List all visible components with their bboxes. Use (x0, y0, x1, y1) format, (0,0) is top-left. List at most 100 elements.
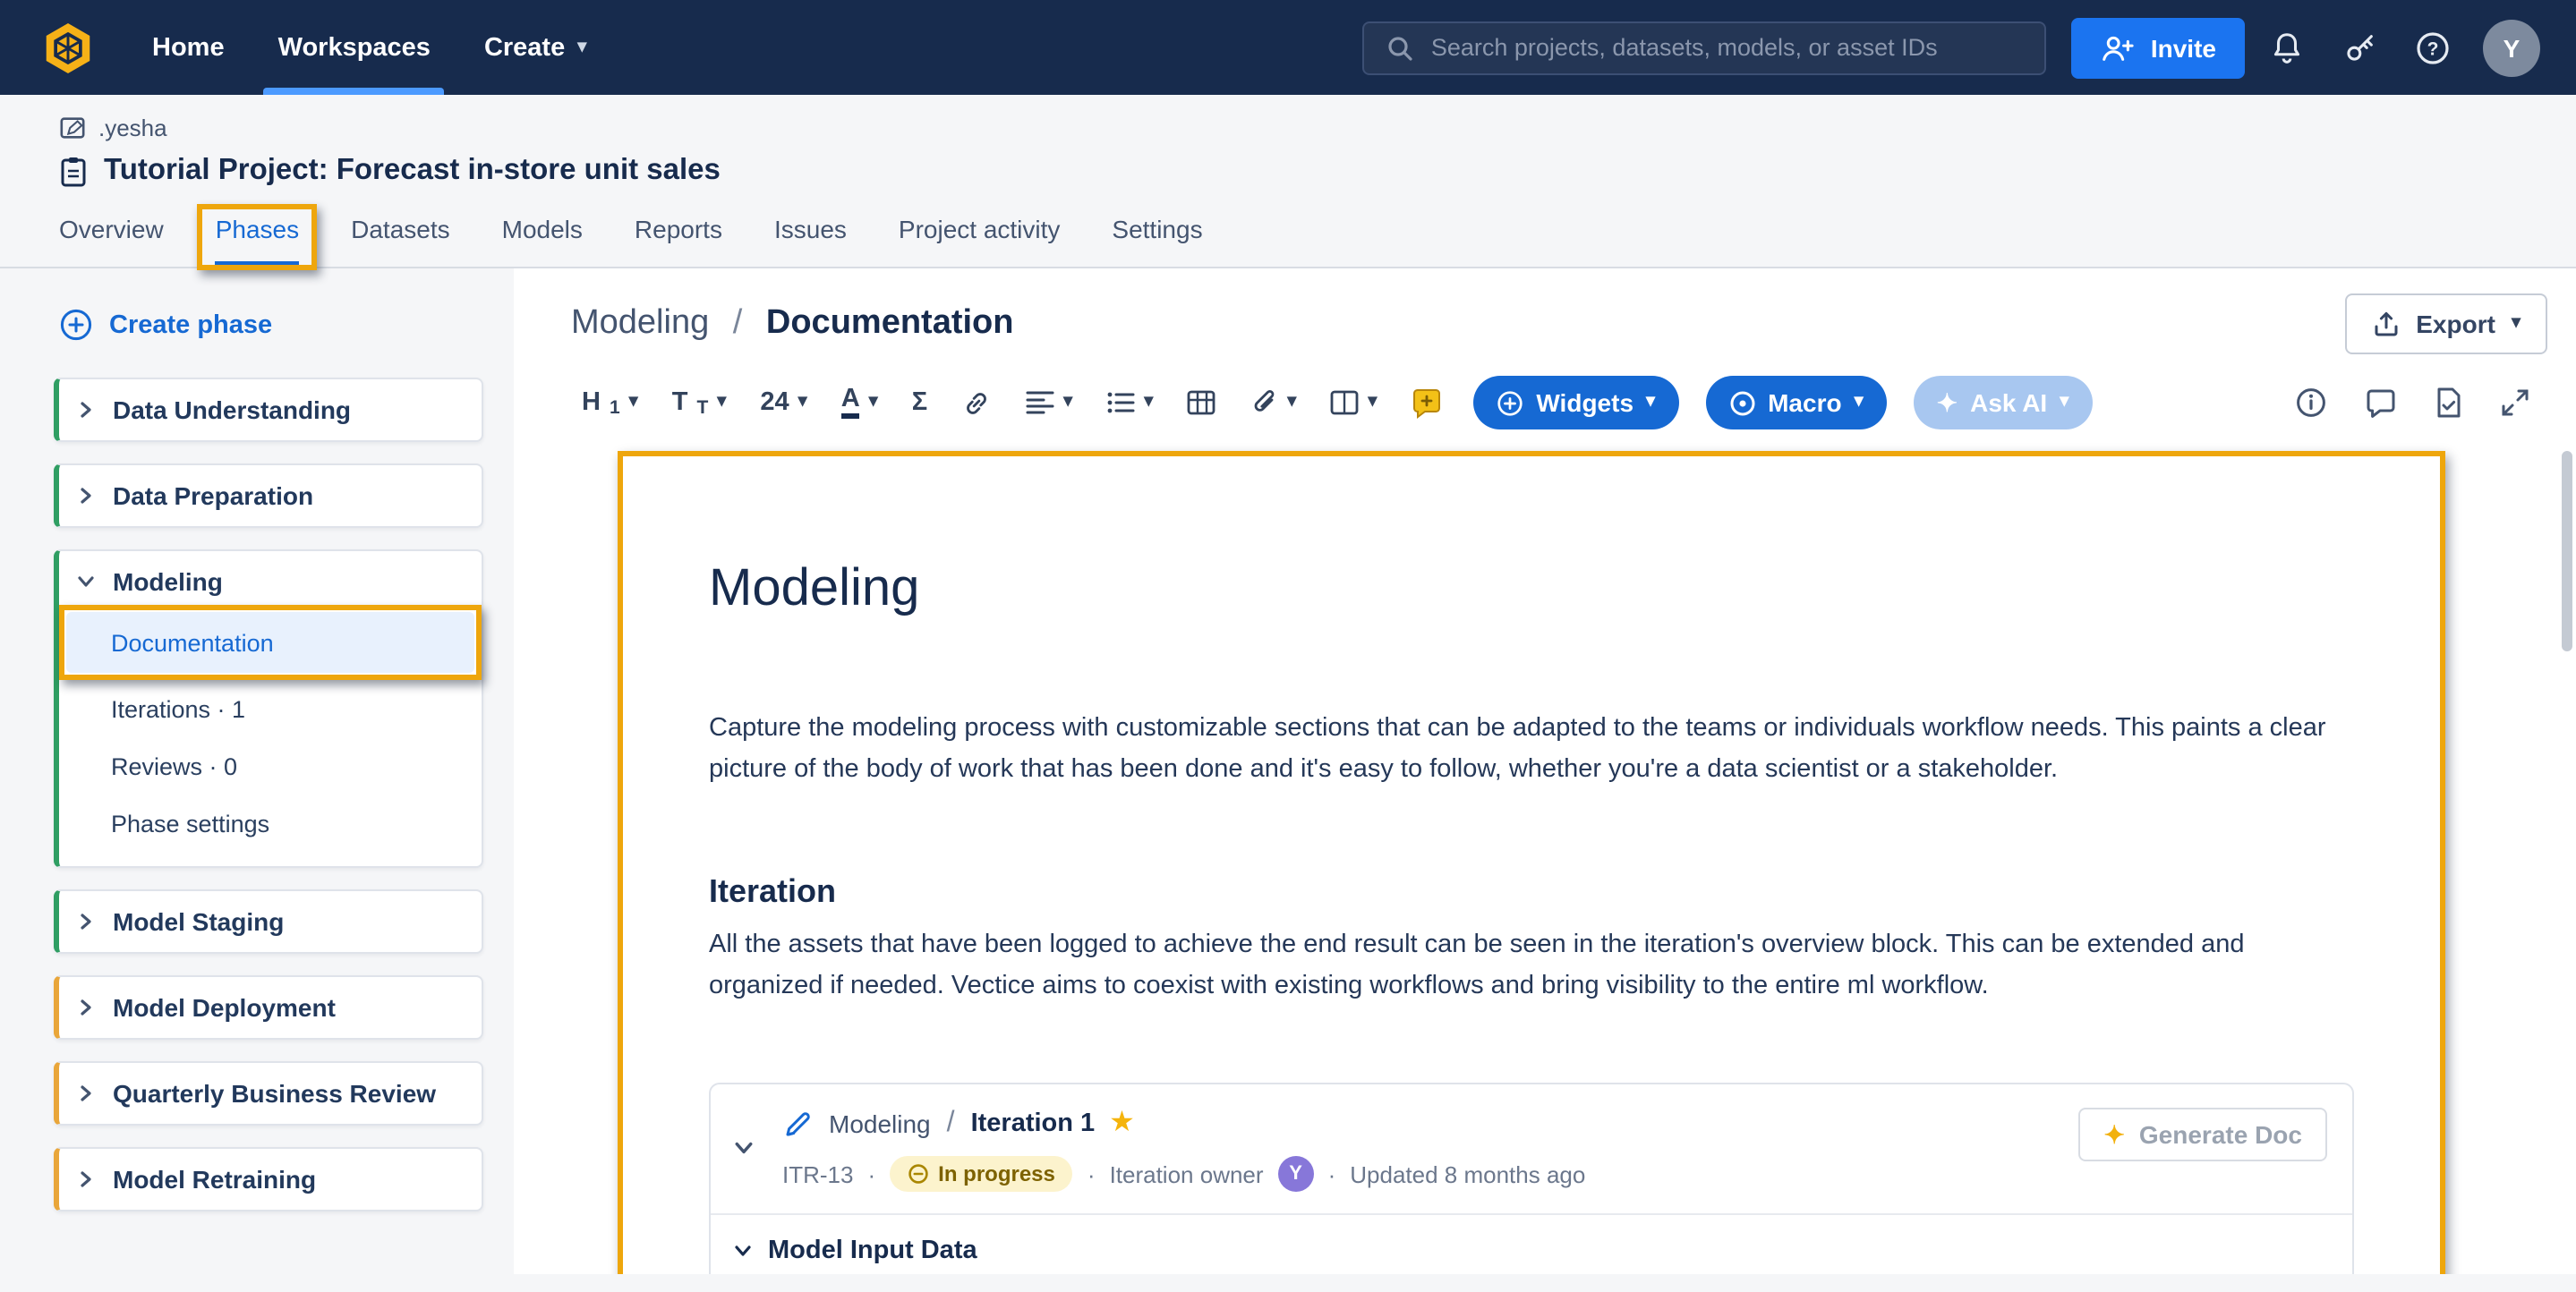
breadcrumb-parent[interactable]: Modeling (571, 304, 709, 342)
phase-toggle-model-deployment[interactable]: Model Deployment (59, 977, 482, 1038)
iteration-collapse-toggle[interactable] (734, 1138, 754, 1158)
fullscreen-button[interactable] (2494, 381, 2537, 424)
phase-toggle-model-staging[interactable]: Model Staging (59, 891, 482, 952)
chevron-down-icon (77, 573, 95, 591)
attachment-dropdown[interactable]: ▾ (1235, 378, 1310, 428)
align-left-icon (1026, 390, 1054, 415)
nav-workspaces[interactable]: Workspaces (252, 0, 457, 95)
phase-toggle-data-preparation[interactable]: Data Preparation (59, 465, 482, 526)
font-family-dropdown[interactable]: TT ▾ (658, 379, 741, 426)
iteration-owner-label: Iteration owner (1110, 1160, 1264, 1187)
api-key-button[interactable] (2327, 15, 2392, 80)
create-phase-button[interactable]: Create phase (59, 308, 514, 342)
macro-button[interactable]: Macro ▾ (1705, 376, 1887, 429)
iteration-separator: / (947, 1108, 955, 1140)
text-color-icon: A (841, 387, 860, 419)
link-button[interactable] (947, 378, 1006, 427)
add-comment-button[interactable] (1396, 378, 1457, 427)
comments-button[interactable] (2358, 380, 2404, 425)
phase-label: Data Understanding (113, 395, 351, 424)
chevron-down-icon: ▾ (1287, 394, 1296, 412)
document-scrollbar[interactable] (2562, 451, 2572, 651)
font-size-dropdown[interactable]: 24 ▾ (746, 379, 821, 426)
doc-intro-paragraph: Capture the modeling process with custom… (709, 709, 2354, 791)
formula-button[interactable]: Σ (898, 379, 942, 426)
project-title-row: Tutorial Project: Forecast in-store unit… (59, 154, 2576, 188)
export-button[interactable]: Export ▾ (2344, 293, 2547, 354)
generate-doc-button[interactable]: ✦ Generate Doc (2078, 1108, 2327, 1161)
widgets-label: Widgets (1536, 388, 1633, 417)
global-search[interactable] (1363, 21, 2047, 74)
project-icon (59, 155, 88, 187)
search-input[interactable] (1431, 34, 2024, 61)
phase-link-reviews[interactable]: Reviews · 0 (59, 737, 482, 795)
tab-project-activity[interactable]: Project activity (899, 215, 1061, 267)
tab-datasets[interactable]: Datasets (351, 215, 450, 267)
table-button[interactable] (1173, 379, 1230, 426)
iteration-name[interactable]: Iteration 1 (971, 1109, 1096, 1138)
chevron-down-icon: ▾ (1368, 394, 1377, 412)
chevron-down-icon: ▾ (1144, 394, 1153, 412)
chevron-down-icon: ▾ (629, 394, 638, 412)
phase-toggle-model-retraining[interactable]: Model Retraining (59, 1149, 482, 1210)
vectice-logo-icon[interactable] (39, 19, 97, 76)
info-icon (2295, 387, 2327, 419)
heading-style-dropdown[interactable]: H1 ▾ (567, 379, 653, 426)
phase-label: Modeling (113, 567, 223, 596)
workspace-name: .yesha (98, 115, 167, 141)
phase-link-documentation[interactable]: Documentation (66, 612, 474, 673)
chevron-right-icon (77, 1084, 95, 1102)
doc-iteration-paragraph: All the assets that have been logged to … (709, 925, 2354, 1007)
workspace-row[interactable]: .yesha (59, 115, 2576, 141)
phase-link-phase-settings[interactable]: Phase settings (59, 795, 482, 852)
toolbar-right-icons (2288, 379, 2547, 426)
starred-icon[interactable]: ★ (1109, 1109, 1135, 1138)
nav-home[interactable]: Home (125, 0, 252, 95)
chevron-right-icon (77, 999, 95, 1016)
model-input-data-label: Model Input Data (768, 1237, 977, 1265)
tab-settings[interactable]: Settings (1112, 215, 1202, 267)
plus-circle-icon (1497, 389, 1523, 416)
list-dropdown[interactable]: ▾ (1092, 381, 1167, 424)
breadcrumb-separator: / (733, 304, 743, 342)
document-editor[interactable]: Modeling Capture the modeling process wi… (623, 456, 2440, 1274)
dot-separator: · (1328, 1160, 1336, 1187)
info-button[interactable] (2288, 379, 2334, 426)
phase-card-model-retraining: Model Retraining (54, 1147, 483, 1211)
doc-review-button[interactable] (2427, 379, 2470, 426)
phase-link-iterations[interactable]: Iterations · 1 (59, 680, 482, 737)
sparkle-icon: ✦ (2103, 1122, 2124, 1147)
chevron-down-icon: ▾ (1646, 394, 1655, 412)
iteration-phase-link[interactable]: Modeling (829, 1109, 931, 1138)
help-button[interactable]: ? (2401, 15, 2465, 80)
chevron-down-icon: ▾ (2512, 315, 2521, 333)
tab-models[interactable]: Models (502, 215, 583, 267)
model-input-data-toggle[interactable]: Model Input Data (734, 1215, 2327, 1274)
ask-ai-button[interactable]: ✦ Ask AI ▾ (1914, 376, 2093, 429)
plus-circle-icon (59, 308, 93, 342)
phase-toggle-quarterly-business-review[interactable]: Quarterly Business Review (59, 1063, 482, 1124)
invite-button[interactable]: Invite (2072, 17, 2245, 78)
tab-phases[interactable]: Phases (216, 215, 299, 267)
widgets-button[interactable]: Widgets ▾ (1473, 376, 1678, 429)
layout-columns-dropdown[interactable]: ▾ (1316, 379, 1391, 426)
notifications-button[interactable] (2254, 15, 2318, 80)
tab-issues[interactable]: Issues (774, 215, 847, 267)
heading-style-sub: 1 (610, 397, 620, 419)
key-icon (2342, 30, 2376, 64)
invite-label: Invite (2151, 33, 2216, 62)
phase-card-data-understanding: Data Understanding (54, 378, 483, 442)
chevron-right-icon (77, 487, 95, 505)
breadcrumb: Modeling / Documentation (571, 304, 1013, 344)
search-icon (1386, 33, 1415, 62)
phase-toggle-data-understanding[interactable]: Data Understanding (59, 379, 482, 440)
tab-reports[interactable]: Reports (635, 215, 722, 267)
tab-overview[interactable]: Overview (59, 215, 164, 267)
user-avatar[interactable]: Y (2483, 19, 2540, 76)
nav-create[interactable]: Create ▾ (457, 0, 613, 95)
owner-avatar[interactable]: Y (1278, 1156, 1314, 1192)
phase-toggle-modeling[interactable]: Modeling (59, 551, 482, 612)
status-badge[interactable]: In progress (890, 1156, 1073, 1192)
align-dropdown[interactable]: ▾ (1011, 381, 1087, 424)
text-color-dropdown[interactable]: A ▾ (827, 378, 892, 428)
